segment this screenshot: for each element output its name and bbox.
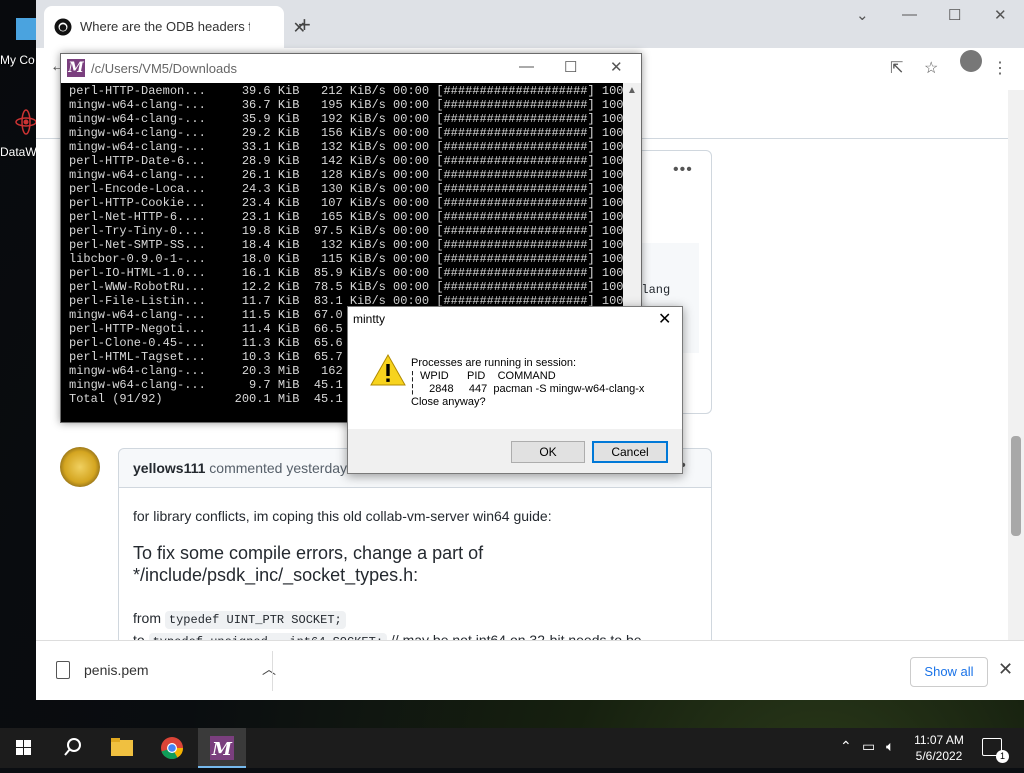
mintty-titlebar[interactable]: M /c/Users/VM5/Downloads — ☐ ✕ bbox=[61, 54, 641, 83]
mintty-icon: M bbox=[210, 736, 234, 760]
chevron-up-icon[interactable]: ︿ bbox=[262, 659, 276, 679]
dialog-close-icon[interactable]: ✕ bbox=[658, 309, 671, 329]
share-icon[interactable]: ⇱ bbox=[890, 58, 903, 78]
desktop-icon-label: My Co bbox=[0, 53, 35, 67]
dialog-title: mintty bbox=[353, 312, 386, 326]
comment-options-icon[interactable]: ••• bbox=[673, 161, 693, 179]
terminal-line: mingw-w64-clang-... 26.1 KiB 128 KiB/s 0… bbox=[69, 168, 623, 182]
dialog-content: Processes are running in session: ¦ WPID… bbox=[348, 333, 682, 429]
file-icon bbox=[56, 661, 70, 679]
tab-search-icon[interactable]: ⌄ bbox=[856, 6, 869, 24]
cancel-button[interactable]: Cancel bbox=[592, 441, 668, 463]
comment-from-line: from typedef UINT_PTR SOCKET; bbox=[133, 610, 346, 629]
terminal-line: perl-Try-Tiny-0.... 19.8 KiB 97.5 KiB/s … bbox=[69, 224, 623, 238]
page-scrollbar[interactable] bbox=[1008, 90, 1024, 640]
star-icon[interactable]: ☆ bbox=[924, 58, 938, 78]
terminal-line: perl-Net-HTTP-6.... 23.1 KiB 165 KiB/s 0… bbox=[69, 210, 623, 224]
terminal-line: perl-WWW-RobotRu... 12.2 KiB 78.5 KiB/s … bbox=[69, 280, 623, 294]
comment-paragraph: for library conflicts, im coping this ol… bbox=[133, 508, 552, 524]
close-window-icon[interactable]: ✕ bbox=[994, 6, 1007, 24]
inline-code: typedef UINT_PTR SOCKET; bbox=[164, 611, 346, 629]
atom-icon bbox=[15, 109, 37, 135]
terminal-line: mingw-w64-clang-... 33.1 KiB 132 KiB/s 0… bbox=[69, 140, 623, 154]
network-icon[interactable]: ▭ bbox=[862, 738, 875, 755]
mintty-icon: M bbox=[67, 59, 85, 77]
close-window-icon[interactable]: ✕ bbox=[610, 58, 623, 76]
github-icon bbox=[54, 18, 72, 36]
minimize-icon[interactable]: — bbox=[519, 58, 534, 75]
comment-heading: To fix some compile errors, change a par… bbox=[133, 543, 484, 585]
chrome-button[interactable] bbox=[148, 728, 196, 768]
desktop-icon-datawrangler[interactable]: DataW bbox=[0, 106, 40, 159]
ok-button[interactable]: OK bbox=[511, 441, 585, 463]
notification-icon[interactable]: 1 bbox=[982, 738, 1009, 763]
windows-icon bbox=[16, 740, 31, 755]
volume-icon[interactable]: 🔈︎ bbox=[886, 738, 894, 755]
clock-time: 11:07 AM bbox=[914, 733, 964, 747]
commenter-avatar[interactable] bbox=[60, 447, 100, 487]
download-item[interactable]: penis.pem ︿ bbox=[56, 659, 276, 685]
file-explorer-button[interactable] bbox=[98, 728, 146, 768]
terminal-line: perl-IO-HTML-1.0... 16.1 KiB 85.9 KiB/s … bbox=[69, 266, 623, 280]
page-scrollbar-thumb[interactable] bbox=[1011, 436, 1021, 536]
terminal-line: perl-HTTP-Cookie... 23.4 KiB 107 KiB/s 0… bbox=[69, 196, 623, 210]
dialog-titlebar[interactable]: mintty ✕ bbox=[348, 307, 682, 333]
folder-icon bbox=[111, 738, 133, 756]
desktop-icon-label: DataW bbox=[0, 145, 37, 159]
start-button[interactable] bbox=[0, 728, 48, 768]
mintty-title: /c/Users/VM5/Downloads bbox=[91, 61, 237, 76]
comment-meta: commented yesterday bbox=[209, 460, 348, 476]
mintty-taskbar-button[interactable]: M bbox=[198, 728, 246, 768]
menu-icon[interactable]: ⋮ bbox=[992, 58, 1008, 78]
search-button[interactable] bbox=[48, 728, 96, 768]
folder-icon bbox=[16, 18, 36, 40]
maximize-icon[interactable]: ☐ bbox=[564, 58, 577, 76]
terminal-line: libcbor-0.9.0-1-... 18.0 KiB 115 KiB/s 0… bbox=[69, 252, 623, 266]
terminal-line: mingw-w64-clang-... 29.2 KiB 156 KiB/s 0… bbox=[69, 126, 623, 140]
warning-icon bbox=[370, 353, 406, 386]
downloads-close-icon[interactable]: ✕ bbox=[998, 659, 1013, 680]
show-all-button[interactable]: Show all bbox=[910, 657, 988, 687]
maximize-icon[interactable]: ☐ bbox=[948, 6, 961, 24]
downloads-bar: penis.pem ︿ Show all ✕ bbox=[36, 640, 1024, 700]
dialog-message: Processes are running in session: ¦ WPID… bbox=[411, 357, 645, 408]
divider bbox=[272, 651, 273, 691]
profile-avatar-icon[interactable] bbox=[960, 50, 982, 72]
close-confirm-dialog: mintty ✕ Processes are running in sessio… bbox=[347, 306, 683, 474]
scroll-up-icon[interactable]: ▲ bbox=[627, 85, 637, 96]
terminal-line: perl-Encode-Loca... 24.3 KiB 130 KiB/s 0… bbox=[69, 182, 623, 196]
clock-date: 5/6/2022 bbox=[915, 749, 963, 763]
search-icon bbox=[64, 738, 81, 756]
terminal-line: perl-HTTP-Daemon... 39.6 KiB 212 KiB/s 0… bbox=[69, 84, 623, 98]
terminal-line: perl-HTTP-Date-6... 28.9 KiB 142 KiB/s 0… bbox=[69, 154, 623, 168]
terminal-line: mingw-w64-clang-... 36.7 KiB 195 KiB/s 0… bbox=[69, 98, 623, 112]
browser-tab[interactable]: Where are the ODB headers for c ✕ bbox=[44, 6, 306, 48]
clock[interactable]: 11:07 AM 5/6/2022 bbox=[904, 732, 974, 764]
taskbar: M ⌃ ▭ 🔈︎ 11:07 AM 5/6/2022 1 bbox=[0, 728, 1024, 768]
tab-strip: Where are the ODB headers for c ✕ + ⌄ — … bbox=[36, 0, 1024, 48]
terminal-line: perl-Net-SMTP-SS... 18.4 KiB 132 KiB/s 0… bbox=[69, 238, 623, 252]
chrome-icon bbox=[161, 737, 183, 760]
chevron-up-icon[interactable]: ⌃ bbox=[840, 738, 852, 755]
download-file-name: penis.pem bbox=[84, 662, 149, 678]
comment-body: for library conflicts, im coping this ol… bbox=[118, 486, 712, 651]
minimize-icon[interactable]: — bbox=[902, 6, 917, 23]
new-tab-icon[interactable]: + bbox=[298, 12, 311, 38]
comment-author[interactable]: yellows111 commented yesterday bbox=[133, 460, 347, 476]
tab-title: Where are the ODB headers for c bbox=[80, 19, 250, 34]
notification-count: 1 bbox=[996, 750, 1009, 763]
svg-text:M: M bbox=[211, 739, 233, 760]
terminal-line: mingw-w64-clang-... 35.9 KiB 192 KiB/s 0… bbox=[69, 112, 623, 126]
desktop-icon-my-computer[interactable]: My Co bbox=[0, 14, 40, 67]
